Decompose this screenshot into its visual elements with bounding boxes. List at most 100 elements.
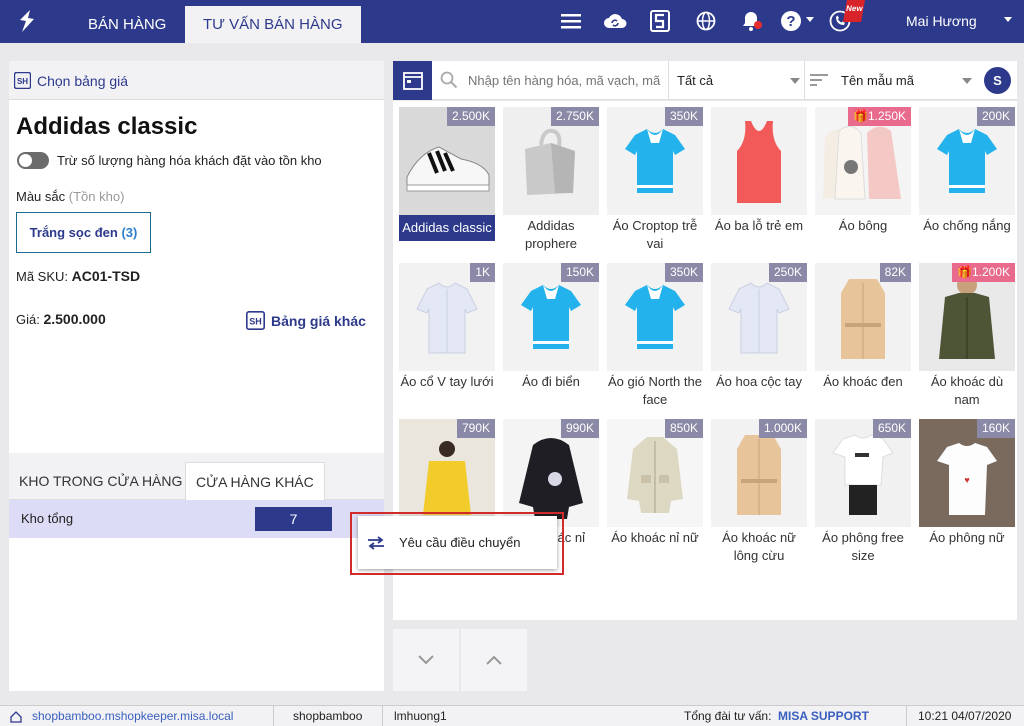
hotline-label: Tổng đài tư vấn: [684,709,772,723]
scan-button[interactable] [393,61,432,100]
shop-icon[interactable] [648,9,672,33]
price-badge: 850K [664,419,703,438]
price-badge: 1.000K [758,419,807,438]
product-card[interactable]: 1.000K Áo khoác nữ lông cừu [705,413,808,563]
pager [393,629,527,691]
price-badge: 650K [872,419,911,438]
product-name-label: Addidas classic [399,215,495,241]
product-card[interactable]: 250K Áo hoa cộc tay [705,257,808,407]
product-card[interactable]: 350K Áo gió North the face [601,257,704,407]
other-price-list-button[interactable]: SH Bảng giá khác [246,311,366,330]
product-name-label: Áo Croptop trễ vai [612,218,698,251]
price-badge: 2.750K [550,107,599,126]
app-logo-icon[interactable] [14,8,40,34]
product-name-label: Áo chống nắng [923,218,1011,233]
product-card[interactable]: 🎁1.250K Áo bông [809,101,912,251]
page-up-button[interactable] [461,629,527,691]
sort-icon [810,74,828,86]
product-card[interactable]: 🎁1.200K Áo khoác dù nam [913,257,1016,407]
sku-line: Mã SKU: AC01-TSD [16,268,141,284]
status-bar: shopbamboo.mshopkeeper.misa.local shopba… [0,705,1024,726]
product-name-label: Áo khoác nỉ nữ [611,530,699,545]
menu-icon[interactable] [559,9,583,33]
help-icon[interactable]: ? [779,9,803,33]
svg-text:?: ? [786,13,795,30]
product-name-label: Áo khoác dù nam [930,374,1004,407]
top-bar: BÁN HÀNG TƯ VẤN BÁN HÀNG ? New Mai Hương [0,0,1024,43]
chevron-up-icon [486,655,502,665]
hotline-value[interactable]: MISA SUPPORT [778,709,869,723]
price-badge: 82K [879,263,911,282]
tab-ban-hang[interactable]: BÁN HÀNG [70,6,184,43]
user-caret-icon[interactable] [1004,17,1012,22]
product-name: Addidas classic [16,113,198,140]
product-card[interactable]: 350K Áo Croptop trễ vai [601,101,704,251]
price-badge: 2.500K [446,107,495,126]
product-detail-panel: SH Chọn bảng giá Addidas classic Trừ số … [9,61,384,691]
price-badge: 350K [664,263,703,282]
help-caret-icon[interactable] [806,17,814,22]
tab-tu-van-ban-hang[interactable]: TƯ VẤN BÁN HÀNG [185,6,361,43]
sort-select[interactable]: Tên mẫu mã [804,61,976,100]
svg-text:♥: ♥ [964,475,969,485]
settings-round-button[interactable]: S [984,67,1011,94]
chevron-down-icon [418,655,434,665]
product-name-label: Áo bông [838,218,888,233]
sku-value: AC01-TSD [71,268,141,284]
variant-button[interactable]: Trắng sọc đen (3) [16,212,151,253]
search-bar: Tất cả Tên mẫu mã S [393,61,1017,100]
search-icon [440,71,458,89]
shop-name: shopbamboo [293,709,363,723]
notification-bell-icon[interactable] [740,9,764,33]
product-card[interactable]: 1K Áo cổ V tay lưới [393,257,496,407]
tab-cua-hang-khac[interactable]: CỬA HÀNG KHÁC [185,462,325,500]
chevron-down-icon [790,78,800,84]
svg-text:SH: SH [17,77,28,86]
page-down-button[interactable] [393,629,459,691]
deduct-stock-label: Trừ số lượng hàng hóa khách đặt vào tồn … [57,153,322,168]
product-card[interactable]: Áo ba lỗ trẻ em [705,101,808,251]
price-badge: 160K [976,419,1015,438]
product-name-label: Addidas prophere [524,218,578,251]
price-list-header[interactable]: SH Chọn bảng giá [9,61,384,100]
datetime: 10:21 04/07/2020 [918,709,1012,723]
product-card[interactable]: 2.500K Addidas classic [393,101,496,251]
category-filter[interactable]: Tất cả [668,61,804,100]
price-badge: 🎁1.250K [848,107,911,126]
product-card[interactable]: 82K Áo khoác đen [809,257,912,407]
price-badge: 150K [560,263,599,282]
product-card[interactable]: ♥ 160K Áo phông nữ [913,413,1016,563]
price-list-icon: SH [14,72,31,89]
stock-row[interactable]: Kho tổng 7 [9,500,384,538]
user-name[interactable]: Mai Hương [906,13,977,29]
product-name-label: Áo hoa cộc tay [716,374,802,389]
stock-tabs: KHO TRONG CỬA HÀNG CỬA HÀNG KHÁC [9,453,384,500]
search-input[interactable] [468,61,668,100]
price-badge: 200K [976,107,1015,126]
product-card[interactable]: 650K Áo phông free size [809,413,912,563]
svg-text:SH: SH [249,317,262,327]
price-list-icon: SH [246,311,265,330]
domain-link[interactable]: shopbamboo.mshopkeeper.misa.local [32,709,233,723]
window-icon [402,71,423,90]
product-card[interactable]: 2.750K Addidas prophere [497,101,600,251]
product-card[interactable]: 150K Áo đi biển [497,257,600,407]
price-list-label: Chọn bảng giá [37,73,129,89]
product-card[interactable]: 850K Áo khoác nỉ nữ [601,413,704,563]
new-badge: New [843,0,865,22]
tab-kho-trong-cua-hang[interactable]: KHO TRONG CỬA HÀNG [9,462,192,500]
cloud-sync-icon[interactable] [603,9,627,33]
product-name-label: Áo đi biển [522,374,580,389]
price-value: 2.500.000 [43,311,106,327]
home-icon [10,711,22,723]
deduct-stock-toggle[interactable] [17,152,49,169]
product-card[interactable]: 200K Áo chống nắng [913,101,1016,251]
globe-icon[interactable] [694,9,718,33]
price-badge: 990K [560,419,599,438]
product-name-label: Áo khoác nữ lông cừu [722,530,796,563]
price-badge: 350K [664,107,703,126]
highlight-box [350,512,564,575]
chevron-down-icon [962,78,972,84]
user-login: lmhuong1 [394,709,447,723]
price-badge: 🎁1.200K [952,263,1015,282]
